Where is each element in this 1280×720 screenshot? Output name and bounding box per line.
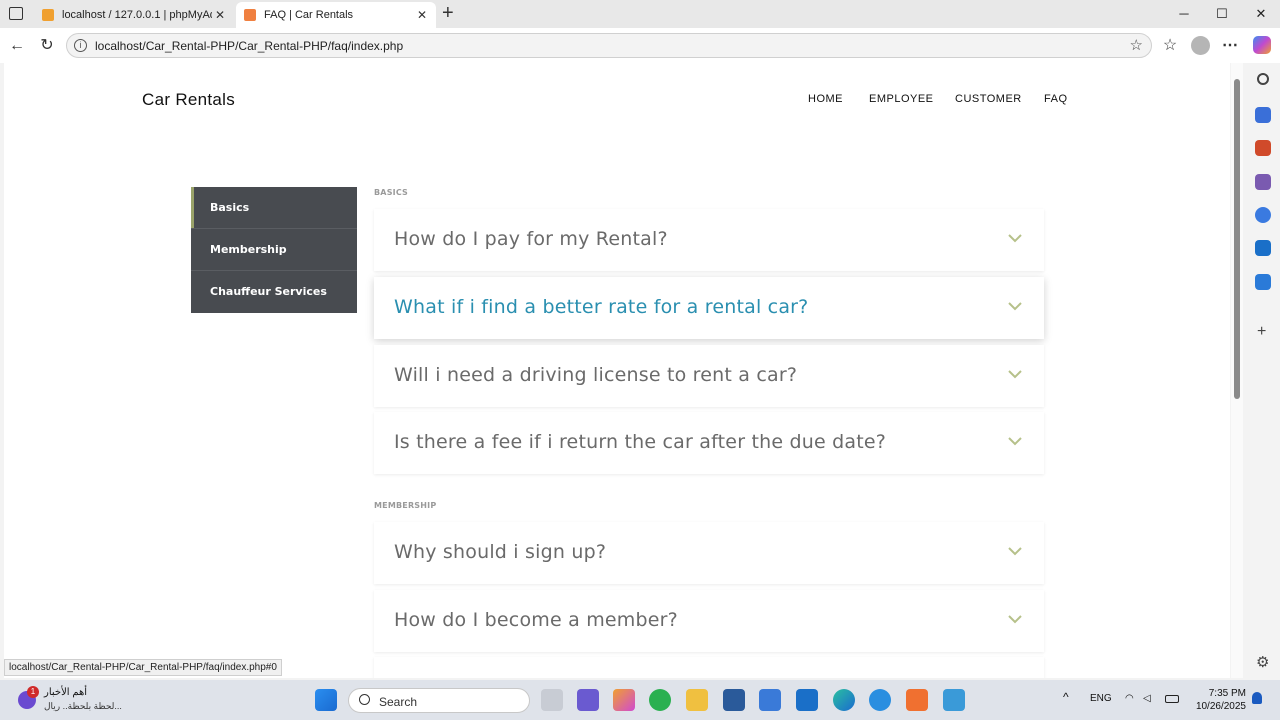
favorite-star-icon[interactable]: ☆ xyxy=(1130,36,1143,54)
nav-employee[interactable]: EMPLOYEE xyxy=(869,93,934,105)
chevron-down-icon xyxy=(1008,547,1022,556)
back-icon[interactable]: ← xyxy=(6,35,28,57)
profile-avatar[interactable] xyxy=(1191,36,1210,55)
wifi-icon[interactable]: ◠ xyxy=(1125,693,1134,704)
question-text: How do I become a member? xyxy=(394,609,678,631)
faq-question[interactable]: Will i need a driving license to rent a … xyxy=(374,345,1044,407)
edge-sidebar: + ⚙ xyxy=(1246,63,1280,678)
question-text: How do I pay for my Rental? xyxy=(394,228,668,250)
show-hidden-icons-icon[interactable]: ^ xyxy=(1063,690,1069,704)
address-bar: ← ↻ i localhost/Car_Rental-PHP/Car_Renta… xyxy=(0,28,1280,63)
maximize-icon[interactable]: ☐ xyxy=(1210,4,1234,24)
tab-faq[interactable]: FAQ | Car Rentals ✕ xyxy=(236,2,436,28)
chevron-down-icon xyxy=(1008,437,1022,446)
news-subtitle: لحظة بلحظة.. ريال... xyxy=(44,701,122,711)
task-view-icon[interactable] xyxy=(541,689,563,711)
scrollbar-thumb[interactable] xyxy=(1234,79,1240,399)
windows-taskbar: 1 أهم الأخبار لحظة بلحظة.. ريال... Searc… xyxy=(0,680,1280,720)
whatsapp-icon[interactable] xyxy=(649,689,671,711)
more-menu-icon[interactable]: ⋯ xyxy=(1219,35,1241,57)
category-basics[interactable]: Basics xyxy=(191,187,357,228)
system-clock[interactable]: 7:35 PM 10/26/2025 xyxy=(1190,687,1246,713)
chevron-down-icon xyxy=(1008,302,1022,311)
search-icon xyxy=(359,694,370,705)
clock-date: 10/26/2025 xyxy=(1195,701,1246,712)
question-text: Is there a fee if i return the car after… xyxy=(394,431,887,453)
chevron-down-icon xyxy=(1008,234,1022,243)
tab-title: localhost / 127.0.0.1 | phpMyAdmin xyxy=(62,9,212,21)
search-icon[interactable] xyxy=(1257,73,1269,85)
taskbar-search[interactable]: Search xyxy=(348,688,530,713)
faq-question[interactable]: Is there a fee if i return the car after… xyxy=(374,412,1044,474)
notepad-icon[interactable] xyxy=(943,689,965,711)
minimize-icon[interactable]: ─ xyxy=(1172,4,1196,24)
add-sidebar-icon[interactable]: + xyxy=(1257,323,1266,341)
category-chauffeur-services[interactable]: Chauffeur Services xyxy=(191,270,357,313)
faq-question[interactable]: Why should i sign up? xyxy=(374,522,1044,584)
tab-title: FAQ | Car Rentals xyxy=(264,9,354,21)
windows-start-icon[interactable] xyxy=(315,689,337,711)
question-text: What if i find a better rate for a renta… xyxy=(394,296,809,318)
section-label-membership: MEMBERSHIP xyxy=(374,501,437,510)
phpmyadmin-favicon-icon xyxy=(42,9,54,21)
games-icon[interactable] xyxy=(1255,174,1271,190)
tab-actions-icon[interactable] xyxy=(9,7,23,20)
battery-icon[interactable] xyxy=(1165,695,1179,703)
category-membership[interactable]: Membership xyxy=(191,228,357,270)
copilot-icon[interactable] xyxy=(1253,36,1271,54)
store-icon[interactable] xyxy=(759,689,781,711)
docker-icon[interactable] xyxy=(869,689,891,711)
question-text: Why should i sign up? xyxy=(394,541,607,563)
close-tab-icon[interactable]: ✕ xyxy=(414,8,430,22)
browser-tab-bar: localhost / 127.0.0.1 | phpMyAdmin ✕ FAQ… xyxy=(0,0,1280,28)
favorites-icon[interactable]: ☆ xyxy=(1159,35,1181,57)
outlook-icon[interactable] xyxy=(1255,240,1271,256)
news-title: أهم الأخبار xyxy=(44,687,88,698)
faq-question[interactable]: How do I pay for my Rental? xyxy=(374,209,1044,271)
nav-customer[interactable]: CUSTOMER xyxy=(955,93,1022,105)
nav-faq[interactable]: FAQ xyxy=(1044,93,1068,105)
xampp-icon[interactable] xyxy=(906,689,928,711)
tools-icon[interactable] xyxy=(1255,140,1271,156)
file-explorer-icon[interactable] xyxy=(686,689,708,711)
info-icon[interactable]: i xyxy=(74,39,87,52)
status-link-preview: localhost/Car_Rental-PHP/Car_Rental-PHP/… xyxy=(4,659,282,676)
news-badge: 1 xyxy=(27,686,39,698)
chat-icon[interactable] xyxy=(577,689,599,711)
outlook-taskbar-icon[interactable] xyxy=(796,689,818,711)
volume-icon[interactable]: ◁ xyxy=(1143,693,1151,704)
close-window-icon[interactable]: ✕ xyxy=(1249,4,1273,24)
faq-question[interactable]: How do I become a member? xyxy=(374,590,1044,652)
chevron-down-icon xyxy=(1008,370,1022,379)
url-field[interactable]: i localhost/Car_Rental-PHP/Car_Rental-PH… xyxy=(66,33,1152,58)
site-brand[interactable]: Car Rentals xyxy=(142,90,235,110)
edge-browser-icon[interactable] xyxy=(833,689,855,711)
settings-gear-icon[interactable]: ⚙ xyxy=(1256,653,1269,671)
nav-home[interactable]: HOME xyxy=(808,93,843,105)
tab-phpmyadmin[interactable]: localhost / 127.0.0.1 | phpMyAdmin ✕ xyxy=(34,2,234,28)
question-text: Will i need a driving license to rent a … xyxy=(394,364,798,386)
faq-question-partial[interactable] xyxy=(374,657,1044,678)
section-label-basics: BASICS xyxy=(374,188,409,197)
faq-category-sidebar: Basics Membership Chauffeur Services xyxy=(191,187,357,313)
page-viewport: Car Rentals HOME EMPLOYEE CUSTOMER FAQ B… xyxy=(4,63,1230,678)
code-editor-icon[interactable] xyxy=(723,689,745,711)
send-icon[interactable] xyxy=(1255,274,1271,290)
refresh-icon[interactable]: ↻ xyxy=(36,35,58,57)
notifications-bell-icon[interactable] xyxy=(1252,692,1262,704)
close-tab-icon[interactable]: ✕ xyxy=(212,8,228,22)
clock-time: 7:35 PM xyxy=(1208,688,1246,699)
chevron-down-icon xyxy=(1008,615,1022,624)
copilot-taskbar-icon[interactable] xyxy=(613,689,635,711)
shopping-tag-icon[interactable] xyxy=(1255,107,1271,123)
url-text[interactable]: localhost/Car_Rental-PHP/Car_Rental-PHP/… xyxy=(95,39,403,53)
search-placeholder: Search xyxy=(379,695,418,709)
car-rentals-favicon-icon xyxy=(244,9,256,21)
faq-question[interactable]: What if i find a better rate for a renta… xyxy=(374,277,1044,339)
new-tab-button[interactable]: + xyxy=(442,2,454,25)
page-scrollbar[interactable] xyxy=(1231,63,1243,678)
news-widget[interactable]: 1 أهم الأخبار لحظة بلحظة.. ريال... xyxy=(16,686,156,714)
microsoft-365-icon[interactable] xyxy=(1255,207,1271,223)
language-indicator[interactable]: ENG xyxy=(1090,693,1112,704)
